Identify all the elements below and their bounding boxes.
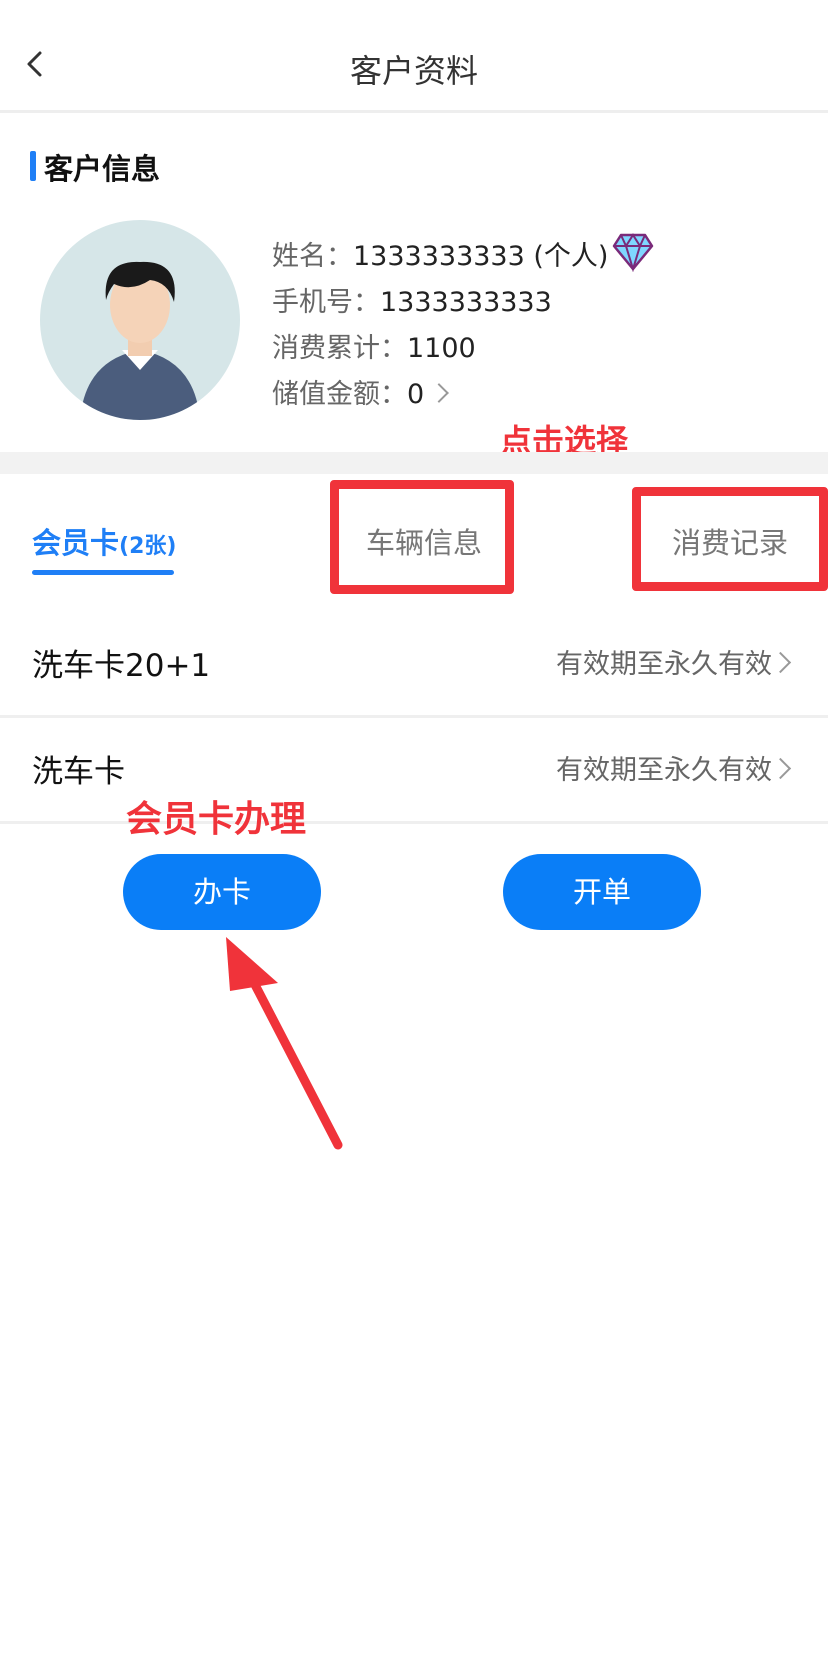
customer-balance-row[interactable]: 储值金额：0 — [272, 372, 450, 411]
chevron-right-icon — [769, 651, 792, 674]
balance-value: 0 — [407, 379, 425, 410]
customer-name-row: 姓名：1333333333 (个人) — [272, 234, 608, 273]
card-expiry: 有效期至永久有效 — [556, 649, 772, 680]
open-card-button[interactable]: 办卡 — [123, 854, 321, 930]
section-divider — [0, 452, 828, 474]
balance-label: 储值金额： — [272, 379, 407, 410]
spend-value: 1100 — [407, 333, 476, 364]
section-accent-bar — [30, 151, 36, 181]
chevron-right-icon — [769, 757, 792, 780]
name-label: 姓名： — [272, 241, 353, 272]
phone-label: 手机号： — [272, 287, 380, 318]
phone-value: 1333333333 — [380, 287, 552, 318]
card-name: 洗车卡20+1 — [32, 648, 211, 684]
list-item[interactable]: 洗车卡 有效期至永久有效 — [0, 716, 828, 824]
top-nav-bar: 客户资料 — [0, 0, 828, 113]
highlight-box-record — [632, 487, 828, 591]
active-tab-indicator — [32, 570, 174, 575]
customer-spend-row: 消费累计：1100 — [272, 326, 476, 365]
page-title: 客户资料 — [349, 52, 478, 90]
list-item[interactable]: 洗车卡20+1 有效期至永久有效 — [0, 610, 828, 718]
highlight-box-vehicle — [330, 480, 514, 594]
customer-phone-row: 手机号：1333333333 — [272, 280, 552, 319]
name-value: 1333333333 (个人) — [353, 241, 609, 272]
customer-avatar — [40, 220, 240, 420]
new-order-button[interactable]: 开单 — [503, 854, 701, 930]
tab-member-card[interactable]: 会员卡(2张) — [32, 520, 176, 562]
tab-member-count: (2张) — [119, 534, 177, 559]
chevron-right-icon — [429, 383, 450, 403]
spend-label: 消费累计： — [272, 333, 407, 364]
card-expiry: 有效期至永久有效 — [556, 755, 772, 786]
diamond-icon — [612, 233, 654, 272]
card-name: 洗车卡 — [32, 754, 125, 790]
annotation-card-hint: 会员卡办理 — [126, 799, 307, 840]
tab-member-label: 会员卡 — [32, 526, 120, 560]
section-title: 客户信息 — [44, 152, 161, 186]
arrow-annotation — [226, 937, 343, 1150]
